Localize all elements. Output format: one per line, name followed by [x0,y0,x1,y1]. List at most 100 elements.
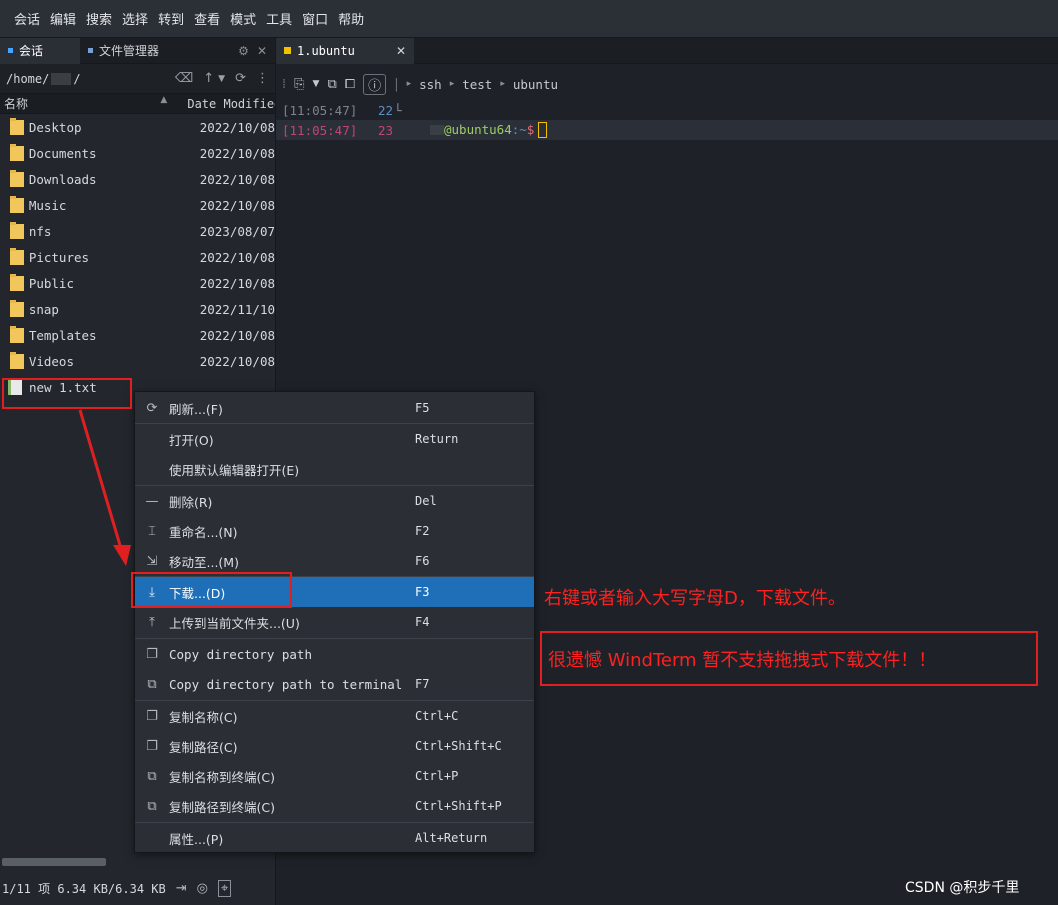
file-row[interactable]: Documents 2022/10/08 [0,140,275,166]
file-date: 2022/10/08 [199,353,275,369]
file-row[interactable]: Downloads 2022/10/08 [0,166,275,192]
menu-item-label: 上传到当前文件夹...(U) [169,615,300,631]
menu-item-copy-directory-path[interactable]: ❐ Copy directory path [135,639,534,669]
menu-item-label: Copy directory path [169,646,312,662]
file-row[interactable]: Pictures 2022/10/08 [0,244,275,270]
copy-to-terminal-icon: ⧉ [147,676,157,692]
menu-item-upload[interactable]: ⤒ 上传到当前文件夹...(U) F4 [135,607,534,637]
menu-item-copy-path-terminal[interactable]: ⧉ 复制路径到终端(C) Ctrl+Shift+P [135,791,534,821]
menu-item-shortcut: F2 [415,524,430,538]
file-row[interactable]: nfs 2023/08/07 [0,218,275,244]
info-icon[interactable]: ⓘ [363,73,387,95]
menu-item-shortcut: F4 [415,615,430,629]
breadcrumb-ubuntu[interactable]: ubuntu [513,77,558,92]
menu-item-shortcut: Ctrl+C [415,709,459,723]
menu-view[interactable]: 查看 [194,9,220,28]
refresh-icon[interactable]: ⟳ [235,71,246,86]
clear-path-icon[interactable]: ⌫ [175,71,193,86]
copy-to-terminal-icon: ⧉ [147,768,157,784]
path-bar: /home/ / ⌫ ↑ ▼ ⟳ ⋮ [0,64,275,94]
status-text: 1/11 项 6.34 KB/6.34 KB [2,882,166,896]
terminal-tab-label: 1.ubuntu [297,43,355,58]
menu-item-label: 复制名称到终端(C) [169,769,275,785]
folder-icon [10,195,24,213]
col-name-header[interactable]: 名称 ▲ [0,95,171,112]
menu-item-rename[interactable]: ⌶ 重命名...(N) F2 [135,516,534,546]
breadcrumb-ssh[interactable]: ssh [419,77,442,92]
tab-terminal-ubuntu[interactable]: 1.ubuntu ✕ [276,37,414,64]
more-icon[interactable]: ⋮ [256,71,269,86]
menu-select[interactable]: 选择 [122,9,148,28]
move-icon: ⇲ [146,553,158,569]
menu-search[interactable]: 搜索 [86,9,112,28]
menu-item-open[interactable]: 打开(O) Return [135,424,534,454]
col-name-label: 名称 [4,97,29,111]
menu-item-label: 属性...(P) [169,831,224,847]
column-header: 名称 ▲ Date Modified [0,94,275,114]
path-input[interactable]: /home/ / [6,72,165,86]
menu-mode[interactable]: 模式 [230,9,256,28]
terminal-cursor [538,122,548,139]
dropdown-icon[interactable]: ▼ [313,79,320,89]
col-date-header[interactable]: Date Modified [171,97,275,111]
duplicate-icon[interactable]: ⧉ [327,77,336,92]
horizontal-scrollbar[interactable] [2,858,106,866]
menu-item-label: 移动至...(M) [169,554,239,570]
folder-icon [10,221,24,239]
menu-item-shortcut: Ctrl+Shift+C [415,739,502,753]
menu-item-copy-directory-path-terminal[interactable]: ⧉ Copy directory path to terminal F7 [135,669,534,699]
context-menu: ⟳ 刷新...(F) F5 打开(O) Return 使用默认编辑器打开(E) … [134,391,535,853]
tab-session-label: 会话 [19,44,44,58]
menu-item-label: Copy directory path to terminal [169,676,403,692]
file-date: 2022/10/08 [199,197,275,213]
file-name: Music [28,197,67,213]
file-row[interactable]: Templates 2022/10/08 [0,322,275,348]
file-row[interactable]: Videos 2022/10/08 [0,348,275,374]
split-icon[interactable]: ⧠ [345,77,355,92]
line-text: └ [394,102,402,118]
terminal-line: [11:05:47] 22 └ [276,100,1058,120]
location-icon[interactable]: ◎ [197,881,208,896]
menu-item-label: 复制路径到终端(C) [169,799,275,815]
folder-icon [10,325,24,343]
menu-item-copy-path[interactable]: ❐ 复制路径(C) Ctrl+Shift+C [135,731,534,761]
file-date: 2022/10/08 [199,249,275,265]
menu-edit[interactable]: 编辑 [50,9,76,28]
folder-icon [10,143,24,161]
menu-tools[interactable]: 工具 [266,9,292,28]
chevron-down-icon[interactable]: ▼ [218,74,225,84]
gear-icon[interactable]: ⚙ [238,44,249,58]
folder-sync-icon[interactable]: ⇥ [176,881,187,896]
file-date: 2022/10/08 [199,119,275,135]
menu-item-shortcut: Return [415,432,459,446]
tab-session[interactable]: 会话 [0,37,80,64]
up-arrow-icon[interactable]: ↑ [203,71,214,86]
close-icon[interactable]: ✕ [257,44,267,58]
menu-help[interactable]: 帮助 [338,9,364,28]
tab-file-manager[interactable]: 文件管理器 [80,38,167,64]
tab-marker [284,47,291,54]
menu-item-copy-name-terminal[interactable]: ⧉ 复制名称到终端(C) Ctrl+P [135,761,534,791]
file-row[interactable]: Music 2022/10/08 [0,192,275,218]
file-date: 2022/10/08 [199,171,275,187]
breadcrumb-arrow-icon: ▸ [500,79,505,89]
menu-item-open-default-editor[interactable]: 使用默认编辑器打开(E) [135,454,534,484]
file-row[interactable]: snap 2022/11/10 [0,296,275,322]
file-row[interactable]: Public 2022/10/08 [0,270,275,296]
remote-location-icon[interactable]: ⌖ [217,880,232,897]
menu-item-copy-name[interactable]: ❐ 复制名称(C) Ctrl+C [135,701,534,731]
menu-window[interactable]: 窗口 [302,9,328,28]
folder-icon [10,117,24,135]
menu-goto[interactable]: 转到 [158,9,184,28]
menu-item-properties[interactable]: 属性...(P) Alt+Return [135,823,534,853]
menu-item-delete[interactable]: — 删除(R) Del [135,486,534,516]
menu-item-refresh[interactable]: ⟳ 刷新...(F) F5 [135,393,534,423]
file-date: 2022/11/10 [199,301,275,317]
breadcrumb-test[interactable]: test [462,77,492,92]
new-session-icon[interactable]: ⎘ [294,77,304,92]
menu-session[interactable]: 会话 [14,9,40,28]
close-tab-icon[interactable]: ✕ [396,44,406,58]
terminal-toolbar: ⁞ ⎘ ▼ ⧉ ⧠ ⓘ | ▸ ssh ▸ test ▸ ubuntu [276,68,1058,100]
file-row[interactable]: Desktop 2022/10/08 [0,114,275,140]
left-tab-icons: ⚙ ✕ [238,44,275,58]
